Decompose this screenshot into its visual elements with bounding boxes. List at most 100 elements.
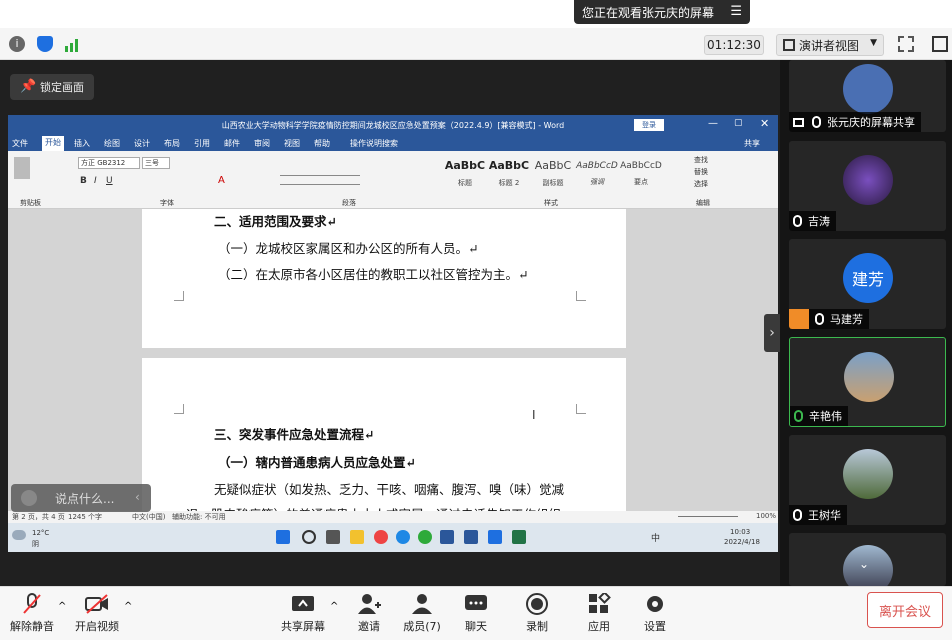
share-button[interactable]: 共享 bbox=[744, 138, 760, 149]
font-color-icon[interactable]: A bbox=[218, 175, 225, 186]
minimize-icon[interactable]: — bbox=[708, 118, 718, 129]
settings-label: 设置 bbox=[644, 620, 666, 633]
sidebar-toggle-icon[interactable] bbox=[932, 36, 948, 52]
replace-button[interactable]: 替换 bbox=[694, 167, 708, 177]
tab-references[interactable]: 引用 bbox=[194, 138, 210, 149]
select-button[interactable]: 选择 bbox=[694, 179, 708, 189]
chevron-left-icon[interactable]: ‹ bbox=[135, 490, 140, 504]
task-view-icon[interactable] bbox=[326, 530, 340, 544]
font-name-select[interactable]: 方正 GB2312 bbox=[78, 157, 140, 169]
style-subtitle[interactable]: AaBbC 副标题 bbox=[532, 159, 574, 195]
find-button[interactable]: 查找 bbox=[694, 155, 708, 165]
login-button[interactable]: 登录 bbox=[634, 119, 664, 131]
search-icon[interactable] bbox=[302, 530, 316, 544]
participant-tile[interactable]: 王树华 bbox=[789, 435, 946, 525]
share-screen-button[interactable]: 共享屏幕 bbox=[273, 589, 333, 634]
avatar bbox=[843, 64, 893, 114]
tab-view[interactable]: 视图 bbox=[284, 138, 300, 149]
page-corner-mark bbox=[174, 291, 184, 301]
leave-meeting-button[interactable]: 离开会议 bbox=[867, 592, 943, 628]
participant-name: 张元庆的屏幕共享 bbox=[827, 116, 915, 129]
gear-icon bbox=[647, 596, 663, 612]
participant-name: 王树华 bbox=[808, 509, 841, 522]
participant-tile[interactable]: ⌄ bbox=[789, 533, 946, 586]
underline-button[interactable]: U bbox=[106, 176, 113, 186]
tab-file[interactable]: 文件 bbox=[12, 138, 28, 149]
info-icon[interactable]: i bbox=[9, 36, 25, 52]
style-keypoint[interactable]: AaBbCcD 要点 bbox=[620, 159, 662, 195]
zoom-slider[interactable] bbox=[678, 516, 738, 517]
settings-button[interactable]: 设置 bbox=[625, 589, 685, 634]
weather-temp: 12°C bbox=[32, 529, 50, 537]
tab-design[interactable]: 设计 bbox=[134, 138, 150, 149]
unmute-button[interactable]: 解除静音 bbox=[2, 589, 62, 634]
style-heading2[interactable]: AaBbC 标题 2 bbox=[488, 159, 530, 195]
lock-screen-button[interactable]: 📌 锁定画面 bbox=[10, 74, 94, 100]
invite-button[interactable]: 邀请 bbox=[339, 589, 399, 634]
edge-icon[interactable] bbox=[396, 530, 410, 544]
tab-mailings[interactable]: 邮件 bbox=[224, 138, 240, 149]
menu-icon[interactable]: ☰ bbox=[730, 4, 742, 19]
paste-icon[interactable] bbox=[14, 157, 30, 179]
participant-name-bar: 辛艳伟 bbox=[790, 406, 848, 426]
fullscreen-icon[interactable] bbox=[898, 36, 914, 52]
start-video-button[interactable]: 开启视频 bbox=[67, 589, 127, 634]
collapse-panel-button[interactable]: › bbox=[764, 314, 780, 352]
bold-button[interactable]: B bbox=[80, 176, 87, 186]
doc-heading-process: 三、突发事件应急处置流程↵ bbox=[214, 427, 375, 442]
wechat-icon[interactable] bbox=[418, 530, 432, 544]
restore-icon[interactable]: ▢ bbox=[734, 118, 743, 128]
font-size-select[interactable]: 三号 bbox=[142, 157, 170, 169]
ime-indicator[interactable]: 中 bbox=[651, 531, 660, 544]
participant-tile[interactable]: 建芳 马建芳 bbox=[789, 239, 946, 329]
chat-button[interactable]: 聊天 bbox=[446, 589, 506, 634]
excel-app-icon[interactable] bbox=[512, 530, 526, 544]
style-title[interactable]: AaBbC 标题 bbox=[444, 159, 486, 195]
tab-draw[interactable]: 绘图 bbox=[104, 138, 120, 149]
document-area[interactable]: 二、适用范围及要求↵ （一）龙城校区家属区和办公区的所有人员。↵ （二）在太原市… bbox=[8, 209, 778, 522]
word-app-icon-2[interactable] bbox=[464, 530, 478, 544]
tell-me-search[interactable]: 操作说明搜索 bbox=[350, 138, 398, 149]
tab-help[interactable]: 帮助 bbox=[314, 138, 330, 149]
paragraph-align-icons[interactable] bbox=[280, 175, 360, 185]
signal-icon[interactable] bbox=[65, 37, 81, 52]
shield-icon[interactable] bbox=[37, 36, 53, 52]
page-corner-mark bbox=[576, 404, 586, 414]
record-icon bbox=[526, 593, 548, 615]
screen-share-icon bbox=[793, 117, 804, 127]
participant-tile-active[interactable]: 辛艳伟 bbox=[789, 337, 946, 427]
chevron-down-icon[interactable]: ⌄ bbox=[859, 557, 869, 571]
tab-layout[interactable]: 布局 bbox=[164, 138, 180, 149]
file-explorer-icon[interactable] bbox=[350, 530, 364, 544]
view-mode-dropdown[interactable]: 演讲者视图 ▼ bbox=[776, 34, 884, 56]
emoji-icon[interactable] bbox=[21, 490, 37, 506]
participant-name-bar: 马建芳 bbox=[789, 309, 869, 329]
italic-button[interactable]: I bbox=[94, 176, 97, 186]
doc-line: （一）龙城校区家属区和办公区的所有人员。↵ bbox=[218, 241, 479, 256]
chevron-up-icon[interactable]: ^ bbox=[124, 601, 132, 612]
doc-heading-scope: 二、适用范围及要求↵ bbox=[214, 214, 337, 229]
apps-button[interactable]: 应用 bbox=[569, 589, 629, 634]
start-icon[interactable] bbox=[276, 530, 290, 544]
members-button[interactable]: 成员(7) bbox=[392, 589, 452, 634]
chevron-up-icon[interactable]: ^ bbox=[58, 601, 66, 612]
viewing-banner[interactable]: 您正在观看张元庆的屏幕 ☰ bbox=[574, 0, 750, 24]
participant-tile[interactable]: 张元庆的屏幕共享 bbox=[789, 60, 946, 132]
word-app-icon[interactable] bbox=[440, 530, 454, 544]
tab-insert[interactable]: 插入 bbox=[74, 138, 90, 149]
tab-review[interactable]: 审阅 bbox=[254, 138, 270, 149]
browser-icon[interactable] bbox=[374, 530, 388, 544]
chevron-up-icon[interactable]: ^ bbox=[330, 601, 338, 612]
word-tabs: 文件 开始 插入 绘图 设计 布局 引用 邮件 审阅 视图 帮助 操作说明搜索 … bbox=[8, 135, 778, 151]
apps-icon bbox=[589, 593, 611, 613]
close-icon[interactable]: ✕ bbox=[760, 117, 769, 130]
meeting-app-icon[interactable] bbox=[488, 530, 502, 544]
word-ribbon: 方正 GB2312 三号 B I U A AaBbC 标题 AaBbC 标题 2 A… bbox=[8, 151, 778, 209]
record-button[interactable]: 录制 bbox=[507, 589, 567, 634]
style-emphasis[interactable]: AaBbCcD 强调 bbox=[576, 159, 618, 195]
avatar bbox=[844, 352, 894, 402]
chat-input[interactable]: 说点什么... ‹ bbox=[11, 484, 151, 512]
clock-date: 2022/4/18 bbox=[724, 538, 760, 546]
participant-tile[interactable]: 吉涛 bbox=[789, 141, 946, 231]
tab-home[interactable]: 开始 bbox=[42, 136, 64, 151]
